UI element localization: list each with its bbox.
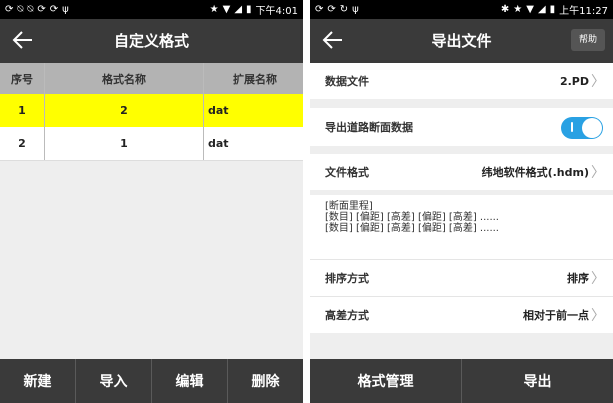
mute-icon: ⍉ <box>17 4 24 15</box>
custom-format-screen: ⟳ ⍉ ⍉ ⟳ ⟳ ψ ★ ▼ ◢ ▮ 下午4:01 自定义格式 序号 格式名称… <box>0 0 303 403</box>
road-section-row: 导出道路断面数据 <box>310 108 613 146</box>
delete-button[interactable]: 删除 <box>228 359 303 403</box>
status-icons-right: ✱ ★ ▼ ◢ ▮ 上午11:27 <box>501 2 608 17</box>
data-file-label: 数据文件 <box>325 75 369 88</box>
sort-value: 排序 <box>567 272 589 285</box>
cell-index: 1 <box>0 94 45 127</box>
signal-icon: ◢ <box>537 4 546 15</box>
usb-icon: ψ <box>352 4 359 15</box>
data-file-row[interactable]: 数据文件 2.PD 〉 <box>310 63 613 99</box>
cell-extension: dat <box>203 94 303 127</box>
status-time: 上午11:27 <box>559 6 608 17</box>
column-header-name: 格式名称 <box>44 63 204 94</box>
cell-name: 1 <box>44 127 204 161</box>
file-format-row[interactable]: 文件格式 纬地软件格式(.hdm) 〉 <box>310 154 613 190</box>
road-section-label: 导出道路断面数据 <box>325 121 413 134</box>
chevron-right-icon: 〉 <box>591 271 605 287</box>
format-table: 序号 格式名称 扩展名称 1 2 dat 2 1 dat <box>0 63 303 161</box>
page-title: 自定义格式 <box>113 32 189 50</box>
export-file-screen: ⟳ ⟳ ↻ ψ ✱ ★ ▼ ◢ ▮ 上午11:27 导出文件 帮助 数据文件 2… <box>310 0 613 403</box>
sync-icon: ↻ <box>339 4 349 15</box>
help-button[interactable]: 帮助 <box>571 29 605 51</box>
status-bar: ⟳ ⟳ ↻ ψ ✱ ★ ▼ ◢ ▮ 上午11:27 <box>310 0 613 19</box>
file-format-label: 文件格式 <box>325 166 369 179</box>
format-note-line: [断面里程] <box>325 201 373 212</box>
screenshot: ⟳ ⍉ ⍉ ⟳ ⟳ ψ ★ ▼ ◢ ▮ 下午4:01 自定义格式 序号 格式名称… <box>0 0 613 403</box>
column-header-index: 序号 <box>0 63 45 94</box>
toggle-on-mark <box>571 122 573 132</box>
data-file-value: 2.PD <box>559 74 589 88</box>
road-section-toggle[interactable] <box>561 117 603 139</box>
table-row-selected[interactable]: 1 2 dat <box>0 94 303 127</box>
status-time: 下午4:01 <box>255 6 298 17</box>
table-row[interactable]: 2 1 dat <box>0 127 303 161</box>
status-icons-right: ★ ▼ ◢ ▮ 下午4:01 <box>210 2 298 17</box>
chevron-right-icon: 〉 <box>591 74 605 90</box>
star-icon: ★ <box>513 4 523 15</box>
format-description: [断面里程] [数目] [偏距] [高差] [偏距] [高差] ...... [… <box>310 195 613 259</box>
export-button[interactable]: 导出 <box>462 359 613 403</box>
sort-label: 排序方式 <box>325 272 369 285</box>
import-button[interactable]: 导入 <box>76 359 152 403</box>
edit-button[interactable]: 编辑 <box>152 359 228 403</box>
sort-row[interactable]: 排序方式 排序 〉 <box>310 259 613 296</box>
table-header: 序号 格式名称 扩展名称 <box>0 63 303 94</box>
bottom-action-bar: 格式管理 导出 <box>310 359 613 403</box>
title-bar: 自定义格式 <box>0 19 303 63</box>
new-button[interactable]: 新建 <box>0 359 76 403</box>
page-title: 导出文件 <box>431 32 492 50</box>
bottom-action-bar: 新建 导入 编辑 删除 <box>0 359 303 403</box>
sync-icon: ⟳ <box>37 4 46 15</box>
usb-icon: ψ <box>62 4 69 15</box>
format-note-line: [数目] [偏距] [高差] [偏距] [高差] ...... <box>325 223 499 234</box>
battery-icon: ▮ <box>246 4 252 15</box>
height-label: 高差方式 <box>325 309 369 322</box>
height-row[interactable]: 高差方式 相对于前一点 〉 <box>310 296 613 333</box>
sync-icon: ⟳ <box>315 4 324 15</box>
cell-index: 2 <box>0 127 45 161</box>
sync-icon: ⟳ <box>5 4 14 15</box>
sync-icon: ⟳ <box>327 4 336 15</box>
toggle-knob <box>582 118 602 138</box>
battery-icon: ▮ <box>549 4 556 15</box>
file-format-value: 纬地软件格式(.hdm) <box>481 166 589 179</box>
column-header-extension: 扩展名称 <box>203 63 303 94</box>
height-value: 相对于前一点 <box>523 309 589 322</box>
mute-icon: ⍉ <box>27 4 34 15</box>
cell-name: 2 <box>44 94 204 127</box>
status-icons-left: ⟳ ⍉ ⍉ ⟳ ⟳ ψ <box>5 4 69 15</box>
cell-extension: dat <box>203 127 303 161</box>
settings-list: 数据文件 2.PD 〉 导出道路断面数据 文件格式 纬地软件格式(.hdm) 〉… <box>310 63 613 359</box>
chevron-right-icon: 〉 <box>591 308 605 324</box>
status-icons-left: ⟳ ⟳ ↻ ψ <box>315 4 359 15</box>
sync-icon: ⟳ <box>49 4 59 15</box>
star-icon: ★ <box>209 4 219 15</box>
wifi-icon: ▼ <box>222 4 231 15</box>
format-manage-button[interactable]: 格式管理 <box>310 359 462 403</box>
wifi-icon: ▼ <box>526 4 534 15</box>
format-note-line: [数目] [偏距] [高差] [偏距] [高差] ...... <box>325 212 499 223</box>
bluetooth-icon: ✱ <box>500 4 510 15</box>
status-bar: ⟳ ⍉ ⍉ ⟳ ⟳ ψ ★ ▼ ◢ ▮ 下午4:01 <box>0 0 303 19</box>
format-note: [断面里程] [数目] [偏距] [高差] [偏距] [高差] ...... [… <box>310 195 613 234</box>
signal-icon: ◢ <box>234 4 243 15</box>
chevron-right-icon: 〉 <box>591 165 605 181</box>
title-bar: 导出文件 帮助 <box>310 19 613 63</box>
